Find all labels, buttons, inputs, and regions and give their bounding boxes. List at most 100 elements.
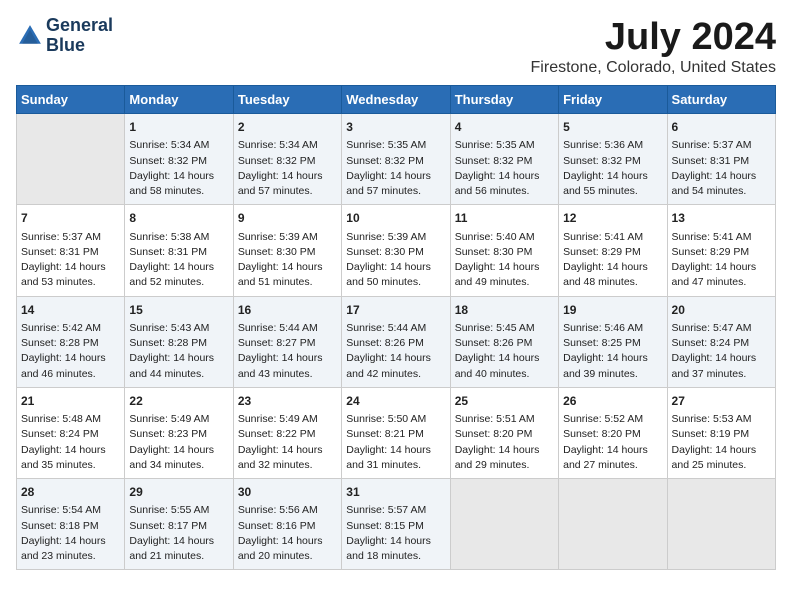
cell-content: Sunrise: 5:35 AM — [346, 138, 445, 153]
cell-content: Daylight: 14 hours — [563, 260, 662, 275]
cell-content: Daylight: 14 hours — [346, 534, 445, 549]
calendar-header-saturday: Saturday — [667, 86, 775, 114]
cell-content: Daylight: 14 hours — [129, 169, 228, 184]
cell-content: Daylight: 14 hours — [21, 260, 120, 275]
cell-content: Daylight: 14 hours — [21, 351, 120, 366]
day-number: 7 — [21, 210, 120, 227]
calendar-cell: 3Sunrise: 5:35 AMSunset: 8:32 PMDaylight… — [342, 114, 450, 205]
day-number: 17 — [346, 302, 445, 319]
cell-content: Sunset: 8:28 PM — [129, 336, 228, 351]
day-number: 13 — [672, 210, 771, 227]
cell-content: Sunset: 8:17 PM — [129, 519, 228, 534]
day-number: 5 — [563, 119, 662, 136]
cell-content: Sunset: 8:31 PM — [21, 245, 120, 260]
cell-content: and 34 minutes. — [129, 458, 228, 473]
calendar-cell: 29Sunrise: 5:55 AMSunset: 8:17 PMDayligh… — [125, 479, 233, 570]
cell-content: Sunset: 8:32 PM — [455, 154, 554, 169]
cell-content: Sunset: 8:20 PM — [563, 427, 662, 442]
calendar-week-row: 1Sunrise: 5:34 AMSunset: 8:32 PMDaylight… — [17, 114, 776, 205]
calendar-cell: 14Sunrise: 5:42 AMSunset: 8:28 PMDayligh… — [17, 296, 125, 387]
cell-content: Sunset: 8:29 PM — [672, 245, 771, 260]
day-number: 11 — [455, 210, 554, 227]
cell-content: Sunrise: 5:35 AM — [455, 138, 554, 153]
day-number: 4 — [455, 119, 554, 136]
cell-content: Sunrise: 5:40 AM — [455, 230, 554, 245]
cell-content: Sunset: 8:30 PM — [238, 245, 337, 260]
calendar-cell — [559, 479, 667, 570]
cell-content: Daylight: 14 hours — [21, 443, 120, 458]
cell-content: Sunrise: 5:51 AM — [455, 412, 554, 427]
cell-content: and 49 minutes. — [455, 275, 554, 290]
calendar-cell: 6Sunrise: 5:37 AMSunset: 8:31 PMDaylight… — [667, 114, 775, 205]
calendar-cell: 24Sunrise: 5:50 AMSunset: 8:21 PMDayligh… — [342, 387, 450, 478]
cell-content: Daylight: 14 hours — [238, 260, 337, 275]
cell-content: Daylight: 14 hours — [563, 351, 662, 366]
day-number: 15 — [129, 302, 228, 319]
calendar-cell: 16Sunrise: 5:44 AMSunset: 8:27 PMDayligh… — [233, 296, 341, 387]
calendar-cell: 25Sunrise: 5:51 AMSunset: 8:20 PMDayligh… — [450, 387, 558, 478]
cell-content: and 23 minutes. — [21, 549, 120, 564]
calendar-cell: 17Sunrise: 5:44 AMSunset: 8:26 PMDayligh… — [342, 296, 450, 387]
calendar-header-monday: Monday — [125, 86, 233, 114]
calendar-cell: 21Sunrise: 5:48 AMSunset: 8:24 PMDayligh… — [17, 387, 125, 478]
cell-content: and 18 minutes. — [346, 549, 445, 564]
cell-content: Sunrise: 5:44 AM — [346, 321, 445, 336]
cell-content: and 29 minutes. — [455, 458, 554, 473]
cell-content: Sunrise: 5:55 AM — [129, 503, 228, 518]
day-number: 16 — [238, 302, 337, 319]
calendar-week-row: 7Sunrise: 5:37 AMSunset: 8:31 PMDaylight… — [17, 205, 776, 296]
logo: General Blue — [16, 16, 113, 56]
cell-content: Sunset: 8:31 PM — [672, 154, 771, 169]
calendar-cell: 28Sunrise: 5:54 AMSunset: 8:18 PMDayligh… — [17, 479, 125, 570]
cell-content: Daylight: 14 hours — [21, 534, 120, 549]
cell-content: and 27 minutes. — [563, 458, 662, 473]
cell-content: Sunset: 8:23 PM — [129, 427, 228, 442]
cell-content: and 55 minutes. — [563, 184, 662, 199]
cell-content: Daylight: 14 hours — [455, 443, 554, 458]
cell-content: Sunset: 8:26 PM — [346, 336, 445, 351]
cell-content: Sunset: 8:20 PM — [455, 427, 554, 442]
cell-content: and 48 minutes. — [563, 275, 662, 290]
calendar-cell: 27Sunrise: 5:53 AMSunset: 8:19 PMDayligh… — [667, 387, 775, 478]
cell-content: and 43 minutes. — [238, 367, 337, 382]
day-number: 8 — [129, 210, 228, 227]
cell-content: Sunrise: 5:48 AM — [21, 412, 120, 427]
calendar-cell: 11Sunrise: 5:40 AMSunset: 8:30 PMDayligh… — [450, 205, 558, 296]
cell-content: Sunrise: 5:47 AM — [672, 321, 771, 336]
cell-content: and 20 minutes. — [238, 549, 337, 564]
calendar-cell: 2Sunrise: 5:34 AMSunset: 8:32 PMDaylight… — [233, 114, 341, 205]
calendar-week-row: 28Sunrise: 5:54 AMSunset: 8:18 PMDayligh… — [17, 479, 776, 570]
cell-content: and 31 minutes. — [346, 458, 445, 473]
cell-content: Sunrise: 5:43 AM — [129, 321, 228, 336]
calendar-cell — [450, 479, 558, 570]
cell-content: and 21 minutes. — [129, 549, 228, 564]
logo-text: General Blue — [46, 16, 113, 56]
calendar-cell: 1Sunrise: 5:34 AMSunset: 8:32 PMDaylight… — [125, 114, 233, 205]
cell-content: Sunset: 8:18 PM — [21, 519, 120, 534]
cell-content: Daylight: 14 hours — [455, 169, 554, 184]
calendar-header-sunday: Sunday — [17, 86, 125, 114]
cell-content: Sunset: 8:32 PM — [563, 154, 662, 169]
calendar-cell: 19Sunrise: 5:46 AMSunset: 8:25 PMDayligh… — [559, 296, 667, 387]
cell-content: Daylight: 14 hours — [672, 443, 771, 458]
cell-content: and 46 minutes. — [21, 367, 120, 382]
subtitle: Firestone, Colorado, United States — [531, 59, 776, 77]
cell-content: Daylight: 14 hours — [672, 169, 771, 184]
cell-content: Sunset: 8:32 PM — [346, 154, 445, 169]
calendar-table: SundayMondayTuesdayWednesdayThursdayFrid… — [16, 85, 776, 570]
calendar-cell: 4 Sunrise: 5:35 AMSunset: 8:32 PMDaylight… — [450, 114, 558, 205]
calendar-header-friday: Friday — [559, 86, 667, 114]
cell-content: Sunrise: 5:38 AM — [129, 230, 228, 245]
calendar-week-row: 21Sunrise: 5:48 AMSunset: 8:24 PMDayligh… — [17, 387, 776, 478]
cell-content: Sunrise: 5:42 AM — [21, 321, 120, 336]
main-title: July 2024 — [531, 16, 776, 59]
cell-content: Sunset: 8:22 PM — [238, 427, 337, 442]
cell-content: Sunset: 8:26 PM — [455, 336, 554, 351]
day-number: 27 — [672, 393, 771, 410]
day-number: 31 — [346, 484, 445, 501]
cell-content: Daylight: 14 hours — [129, 534, 228, 549]
day-number: 9 — [238, 210, 337, 227]
title-area: July 2024 Firestone, Colorado, United St… — [531, 16, 776, 77]
cell-content: Daylight: 14 hours — [672, 260, 771, 275]
cell-content: Sunset: 8:21 PM — [346, 427, 445, 442]
